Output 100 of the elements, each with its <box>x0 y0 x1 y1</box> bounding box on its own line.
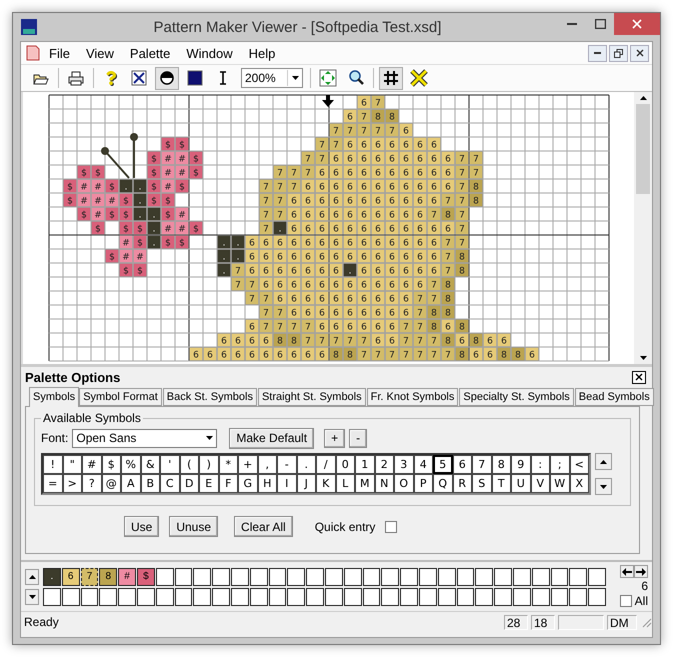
symbol-cell[interactable]: O <box>394 474 414 493</box>
quick-entry-checkbox[interactable] <box>385 520 398 532</box>
symbol-cell[interactable]: 1 <box>355 455 374 474</box>
symbol-cell[interactable]: & <box>140 455 160 474</box>
tab[interactable]: Fr. Knot Symbols <box>366 388 458 406</box>
tab[interactable]: Back St. Symbols <box>162 388 257 406</box>
menu-item[interactable]: View <box>78 46 122 60</box>
grid-toggle-button[interactable] <box>379 66 403 90</box>
symbol-cell[interactable]: 7 <box>472 455 492 474</box>
symbol-cell[interactable]: # <box>82 455 102 474</box>
document-icon[interactable] <box>25 45 41 61</box>
symbol-cell[interactable]: $ <box>102 455 121 474</box>
symbol-cell[interactable]: U <box>511 474 530 493</box>
symbol-cell[interactable]: > <box>62 474 82 493</box>
half-circle-button[interactable] <box>155 66 179 90</box>
symbol-cell[interactable]: 4 <box>414 455 433 474</box>
symbol-cell[interactable]: S <box>472 474 492 493</box>
symbol-cell[interactable]: = <box>43 474 62 493</box>
symbol-cell[interactable]: W <box>550 474 570 493</box>
symbol-cell[interactable]: D <box>180 474 199 493</box>
symbol-cell[interactable]: 6 <box>452 455 472 474</box>
palette-swatch[interactable]: # <box>118 568 136 586</box>
tab[interactable]: Specialty St. Symbols <box>459 388 574 406</box>
menu-item[interactable]: File <box>41 46 78 60</box>
symbol-cell[interactable]: ( <box>180 455 199 474</box>
size-button[interactable]: - <box>349 428 368 448</box>
palette-swatch[interactable]: 6 <box>62 568 80 586</box>
symbol-cell[interactable]: " <box>62 455 82 474</box>
scroll-up-button[interactable] <box>595 453 612 470</box>
menu-item[interactable]: Palette <box>122 46 178 60</box>
symbol-cell[interactable]: < <box>570 455 589 474</box>
symbol-cell[interactable]: / <box>316 455 336 474</box>
symbol-cell[interactable]: V <box>530 474 550 493</box>
make-default-button[interactable]: Make Default <box>229 428 314 448</box>
palette-swatch[interactable]: $ <box>136 568 155 586</box>
symbol-cell[interactable]: 2 <box>374 455 394 474</box>
palette-swatch[interactable]: 7 <box>80 568 98 586</box>
symbol-cell[interactable]: N <box>374 474 394 493</box>
symbol-cell[interactable]: 3 <box>394 455 414 474</box>
tab[interactable]: Symbol Format <box>79 388 162 406</box>
font-select[interactable]: Open Sans <box>72 428 218 448</box>
symbol-cell[interactable]: @ <box>102 474 121 493</box>
symbol-cell[interactable]: ; <box>550 455 570 474</box>
symbol-cell[interactable]: T <box>492 474 511 493</box>
symbol-cell[interactable]: 5 <box>433 455 452 474</box>
palette-down-button[interactable] <box>25 588 39 604</box>
symbol-cell[interactable]: R <box>452 474 472 493</box>
zoom-combo[interactable]: 200% <box>241 68 303 88</box>
symbol-cell[interactable]: % <box>121 455 140 474</box>
cross-button[interactable] <box>407 66 431 90</box>
symbol-cell[interactable]: I <box>277 474 296 493</box>
symbol-cell[interactable]: E <box>199 474 218 493</box>
left-arrow-button[interactable] <box>620 565 634 578</box>
symbol-cell[interactable]: + <box>238 455 258 474</box>
child-close-button[interactable] <box>630 44 649 62</box>
symbol-cell[interactable]: X <box>570 474 589 493</box>
symbol-cell[interactable]: ! <box>43 455 62 474</box>
menu-item[interactable]: Help <box>240 46 284 60</box>
symbol-cell[interactable]: K <box>316 474 336 493</box>
symbol-cell[interactable]: ? <box>82 474 102 493</box>
menu-item[interactable]: Window <box>178 46 241 60</box>
all-checkbox[interactable] <box>620 595 632 607</box>
symbol-cell[interactable]: 0 <box>336 455 355 474</box>
symbol-cell[interactable]: M <box>355 474 374 493</box>
symbol-cell[interactable]: : <box>530 455 550 474</box>
size-button[interactable]: + <box>324 428 346 448</box>
vertical-scrollbar[interactable] <box>634 92 652 364</box>
symbol-cell[interactable]: - <box>277 455 296 474</box>
symbol-cell[interactable]: C <box>160 474 180 493</box>
panel-close-button[interactable] <box>632 370 646 384</box>
symbol-cell[interactable]: J <box>296 474 316 493</box>
tab[interactable]: Straight St. Symbols <box>258 388 366 406</box>
tab[interactable]: Symbols <box>29 387 80 407</box>
symbol-cell[interactable]: , <box>258 455 277 474</box>
action-button[interactable]: Unuse <box>169 516 218 537</box>
action-button[interactable]: Use <box>124 516 160 537</box>
symbol-cell[interactable]: 8 <box>492 455 511 474</box>
symbol-cell[interactable]: L <box>336 474 355 493</box>
symbol-cell[interactable]: * <box>218 455 238 474</box>
symbol-cell[interactable]: Q <box>433 474 452 493</box>
right-arrow-button[interactable] <box>634 565 648 578</box>
palette-swatch[interactable]: . <box>43 568 61 586</box>
symbol-cell[interactable]: 9 <box>511 455 530 474</box>
symbol-cell[interactable]: H <box>258 474 277 493</box>
symbol-cell[interactable]: P <box>414 474 433 493</box>
symbol-cell[interactable]: G <box>238 474 258 493</box>
action-button[interactable]: Clear All <box>234 516 293 537</box>
child-restore-button[interactable] <box>609 44 628 62</box>
palette-up-button[interactable] <box>25 568 39 584</box>
symbol-cell[interactable]: . <box>296 455 316 474</box>
symbol-cell[interactable]: F <box>218 474 238 493</box>
symbol-cell[interactable]: A <box>121 474 140 493</box>
symbol-cell[interactable]: ' <box>160 455 180 474</box>
symbol-cell[interactable]: ) <box>199 455 218 474</box>
tab[interactable]: Bead Symbols <box>574 388 654 406</box>
palette-swatch[interactable]: 8 <box>99 568 118 586</box>
scroll-down-button[interactable] <box>595 478 612 495</box>
child-minimize-button[interactable] <box>588 44 607 62</box>
close-button[interactable] <box>614 13 660 35</box>
symbol-cell[interactable]: B <box>140 474 160 493</box>
